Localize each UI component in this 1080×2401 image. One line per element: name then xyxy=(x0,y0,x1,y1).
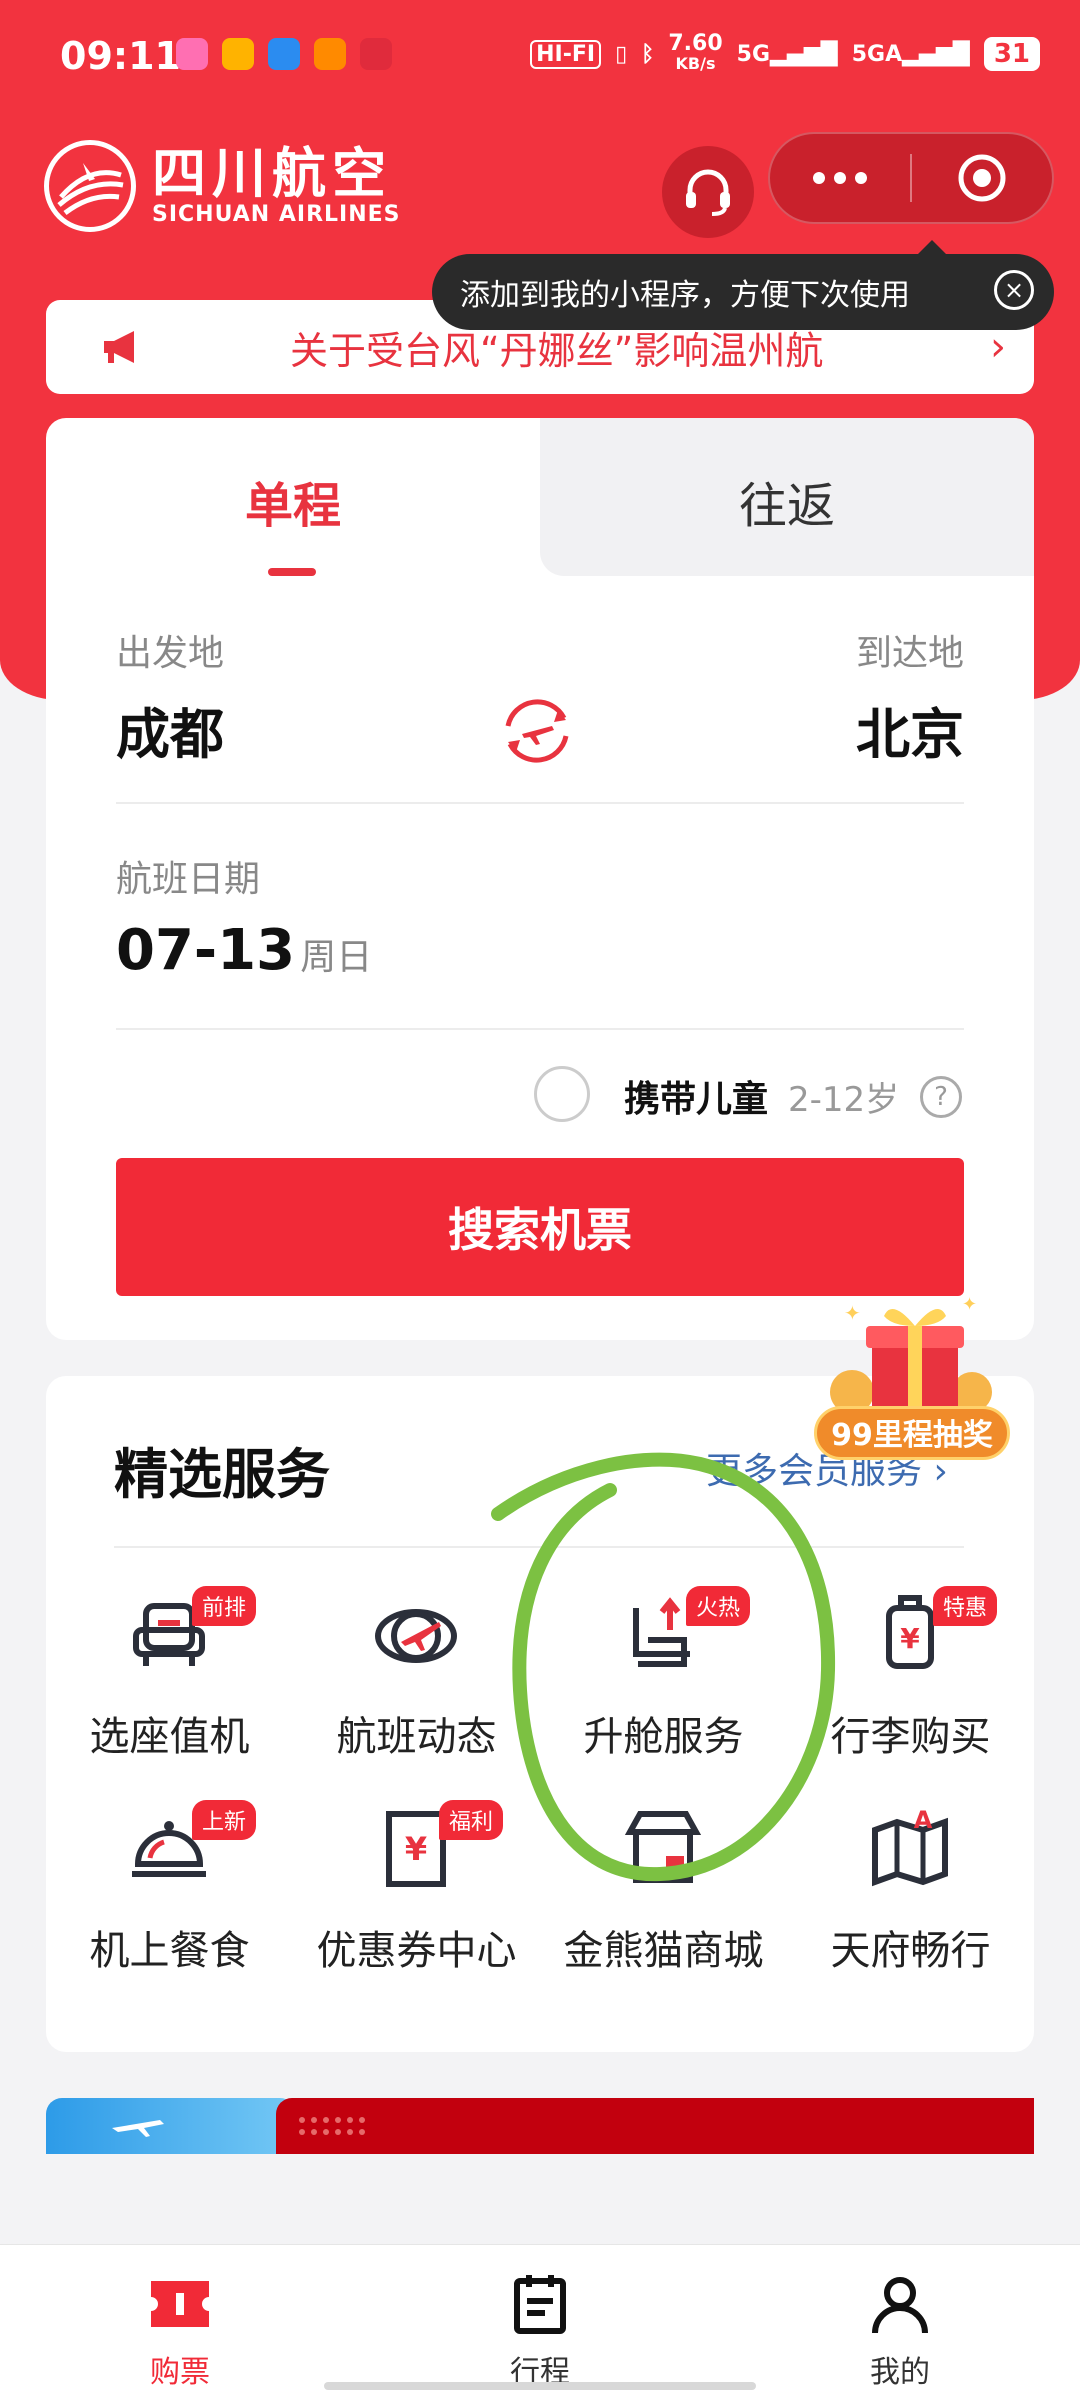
divider xyxy=(116,1028,964,1030)
bottom-tab-bar: 购票 行程 我的 xyxy=(0,2244,1080,2401)
tab-buy-tickets[interactable]: 购票 xyxy=(80,2271,280,2391)
svg-text:¥: ¥ xyxy=(405,1830,427,1868)
notification-app-icon xyxy=(176,38,208,70)
tab-return[interactable]: 往返 xyxy=(540,466,1034,536)
battery-indicator: 31 xyxy=(983,37,1040,71)
vibrate-icon: ▯ xyxy=(615,41,628,67)
bluetooth-icon: ᛒ xyxy=(641,41,655,67)
service-label: 天府畅行 xyxy=(830,1928,991,1974)
customer-service-button[interactable] xyxy=(662,146,754,238)
svg-text:¥: ¥ xyxy=(900,1622,920,1655)
tab-label: 我的 xyxy=(870,2355,930,2390)
close-icon[interactable]: × xyxy=(994,270,1034,310)
promo-banner-right[interactable] xyxy=(276,2098,1034,2154)
child-age-range: 2-12岁 xyxy=(788,1080,900,1120)
notification-app-icon xyxy=(268,38,300,70)
flight-weekday: 周日 xyxy=(300,937,373,978)
add-miniprogram-tooltip: 添加到我的小程序，方便下次使用 × xyxy=(432,240,1054,330)
ticket-icon xyxy=(151,2281,209,2327)
map-icon: A xyxy=(872,1806,948,1887)
badge-front-row: 前排 xyxy=(192,1586,257,1626)
service-label: 金熊猫商城 xyxy=(563,1928,764,1974)
flight-status-icon xyxy=(375,1609,457,1663)
logo-english-text: SICHUAN AIRLINES xyxy=(152,201,401,227)
svg-text:✦: ✦ xyxy=(962,1294,977,1315)
tab-itinerary[interactable]: 行程 xyxy=(440,2271,640,2391)
service-label: 选座值机 xyxy=(89,1714,250,1760)
help-icon[interactable]: ? xyxy=(920,1076,962,1118)
dot-pattern xyxy=(299,2117,365,2135)
date-label: 航班日期 xyxy=(116,859,261,900)
hifi-indicator: HI-FI xyxy=(530,39,602,69)
divider xyxy=(116,802,964,804)
status-app-icons xyxy=(176,38,392,70)
child-checkbox[interactable] xyxy=(534,1066,590,1122)
service-inflight-meal[interactable]: 上新 机上餐食 xyxy=(46,1800,293,2004)
service-label: 优惠券中心 xyxy=(316,1928,517,1974)
sichuan-airlines-emblem-icon xyxy=(44,140,136,232)
sim2-signal-icon: 5GA▂▄▆█ xyxy=(851,41,970,67)
tooltip-text: 添加到我的小程序，方便下次使用 xyxy=(460,278,910,313)
miniprogram-capsule xyxy=(768,132,1054,224)
notification-app-icon xyxy=(360,38,392,70)
depart-label: 出发地 xyxy=(116,633,225,674)
more-dots-icon[interactable] xyxy=(770,172,910,184)
airline-logo: 四川航空 SICHUAN AIRLINES xyxy=(44,140,401,232)
tab-active-indicator xyxy=(268,568,316,576)
status-indicators: HI-FI ▯ ᛒ 7.60 KB/s 5G▂▄▆█ 5GA▂▄▆█ 31 xyxy=(530,31,1040,74)
profile-icon xyxy=(872,2277,928,2334)
net-speed: 7.60 KB/s xyxy=(668,31,723,74)
badge-new: 上新 xyxy=(192,1800,257,1840)
airplane-icon xyxy=(112,2120,164,2137)
arrive-label: 到达地 xyxy=(855,633,964,674)
arrive-city[interactable]: 北京 xyxy=(856,690,964,769)
service-label: 机上餐食 xyxy=(89,1928,250,1974)
headset-icon xyxy=(686,169,730,216)
logo-chinese-text: 四川航空 xyxy=(152,141,392,205)
itinerary-icon xyxy=(514,2275,566,2334)
tab-single[interactable]: 单程 xyxy=(46,466,540,536)
flight-date: 07-13 xyxy=(116,918,296,983)
promo-banner-left[interactable] xyxy=(46,2098,296,2154)
booking-card: 单程 往返 出发地 到达地 成都 北京 航班日期 07-13 周日 携带儿童 2… xyxy=(46,418,1034,1340)
svg-text:A: A xyxy=(914,1806,933,1834)
date-picker[interactable]: 07-13 周日 xyxy=(116,918,372,983)
sim1-signal-icon: 5G▂▄▆█ xyxy=(736,41,838,67)
tab-profile[interactable]: 我的 xyxy=(800,2271,1000,2391)
hand-drawn-circle-annotation xyxy=(491,1452,836,1882)
badge-special-offer: 特惠 xyxy=(933,1586,998,1626)
swap-plane-icon[interactable] xyxy=(496,690,578,772)
target-circle-icon[interactable] xyxy=(912,152,1052,204)
home-indicator xyxy=(324,2382,756,2390)
chevron-right-icon: › xyxy=(990,324,1006,370)
gift-box-icon: ✦ ✦ xyxy=(830,1294,992,1414)
status-time: 09:11 xyxy=(60,34,181,78)
svg-text:✦: ✦ xyxy=(844,1301,861,1325)
notification-app-icon xyxy=(314,38,346,70)
notification-app-icon xyxy=(222,38,254,70)
child-label: 携带儿童 xyxy=(624,1079,769,1120)
services-title: 精选服务 xyxy=(114,1443,330,1506)
tab-label: 购票 xyxy=(150,2355,210,2390)
depart-city[interactable]: 成都 xyxy=(116,690,224,769)
service-seat-checkin[interactable]: 前排 选座值机 xyxy=(46,1586,293,1790)
megaphone-icon xyxy=(104,331,134,363)
mileage-lottery-promo[interactable]: ✦ ✦ 99里程抽奖 xyxy=(812,1276,1012,1466)
